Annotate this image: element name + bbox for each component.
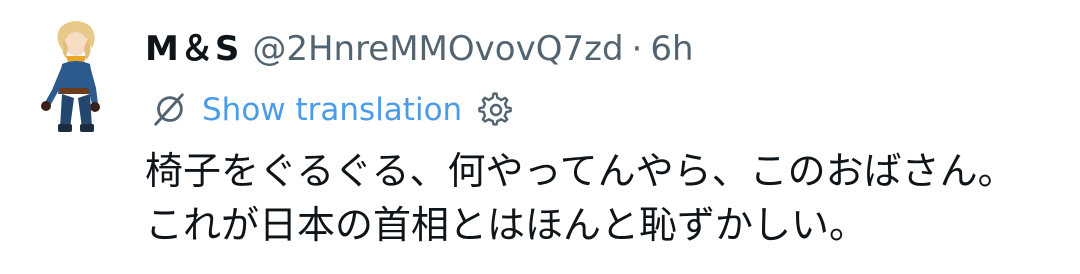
translation-row: Show translation (145, 84, 1065, 136)
translate-globe-icon (154, 93, 184, 126)
display-name[interactable]: M＆S (145, 20, 240, 78)
show-translation-link[interactable]: Show translation (202, 92, 462, 128)
avatar[interactable] (22, 18, 130, 136)
tweet-text-line: 椅子をぐるぐる、何やってんやら、このおばさん。 (145, 149, 1016, 193)
tweet-text-line: これが日本の首相とはほんと恥ずかしい。 (145, 203, 868, 247)
avatar-image (41, 21, 100, 132)
tweet-text: 椅子をぐるぐる、何やってんやら、このおばさん。 これが日本の首相とはほんと恥ずか… (145, 144, 1065, 252)
separator-dot: · (631, 29, 643, 69)
tweet-header: M＆S @2HnreMMOvovQ7zd · 6h (145, 20, 1065, 78)
timestamp[interactable]: 6h (650, 20, 693, 78)
tweet: M＆S @2HnreMMOvovQ7zd · 6h Show translati… (0, 0, 1080, 274)
tweet-content: M＆S @2HnreMMOvovQ7zd · 6h Show translati… (145, 20, 1065, 252)
gear-icon[interactable] (478, 92, 514, 128)
user-handle[interactable]: @2HnreMMOvovQ7zd (252, 20, 623, 78)
